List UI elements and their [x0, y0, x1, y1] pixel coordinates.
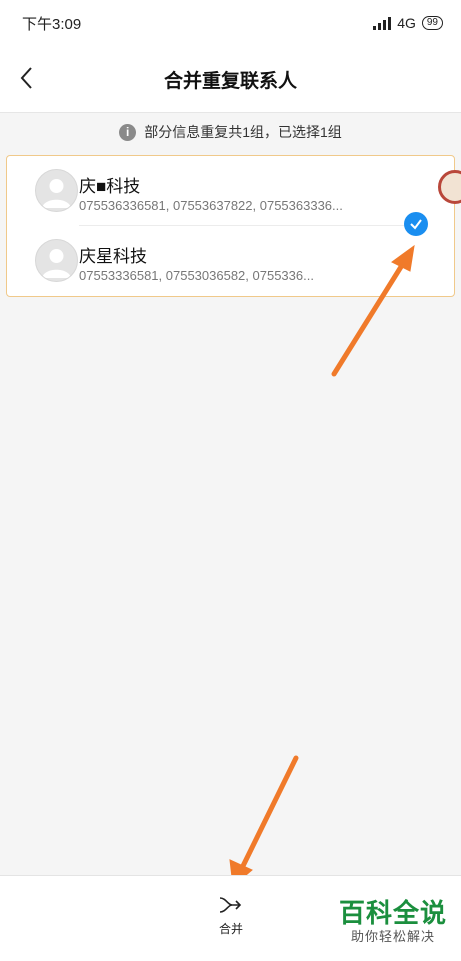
battery-level: 99 — [426, 17, 438, 28]
network-type: 4G — [397, 15, 416, 31]
avatar — [35, 239, 78, 282]
contact-name: 庆星科技 — [79, 247, 147, 266]
duplicate-info: i 部分信息重复共1组，已选择1组 — [0, 118, 461, 146]
status-bar: 下午3:09 4G 99 — [0, 0, 461, 46]
signal-icon — [373, 16, 392, 30]
checkmark-icon — [410, 219, 422, 230]
contact-phones: 07553336581, 07553036582, 0755336... — [79, 268, 314, 283]
watermark-subtitle: 助你轻松解决 — [350, 929, 435, 944]
watermark-logo: 百科全说 助你轻松解决 — [333, 898, 453, 946]
merge-button[interactable]: 合并 — [200, 894, 262, 946]
contact-phones: 075536336581, 07553637822, 0755363336... — [79, 198, 343, 213]
info-icon: i — [119, 123, 137, 141]
person-icon — [42, 179, 71, 208]
status-indicators: 4G 99 — [373, 15, 443, 31]
status-time: 下午3:09 — [22, 15, 82, 33]
contact-name: 庆■科技 — [79, 177, 141, 196]
merge-icon — [219, 897, 242, 913]
battery-icon: 99 — [421, 16, 443, 30]
duplicate-info-text: 部分信息重复共1组，已选择1组 — [144, 124, 342, 140]
page-title: 合并重复联系人 — [163, 71, 297, 92]
app-header: 合并重复联系人 — [0, 46, 461, 113]
merge-label: 合并 — [218, 922, 243, 936]
arrow-to-merge — [229, 755, 299, 887]
group-select-checkbox[interactable] — [404, 212, 428, 236]
watermark-title: 百科全说 — [338, 898, 447, 928]
duplicate-group-card[interactable]: 庆■科技 075536336581, 07553637822, 07553633… — [6, 155, 455, 297]
avatar — [35, 169, 78, 212]
contact-item: 庆星科技 07553336581, 07553036582, 0755336..… — [7, 226, 454, 296]
person-icon — [42, 249, 71, 278]
contact-item: 庆■科技 075536336581, 07553637822, 07553633… — [7, 156, 454, 226]
